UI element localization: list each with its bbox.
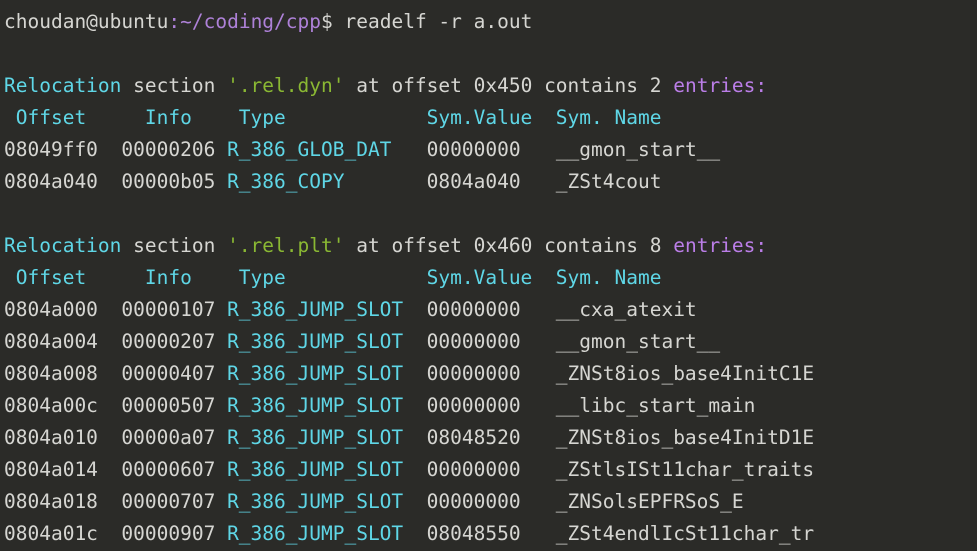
row-gap: [403, 458, 426, 481]
section-name: '.rel.plt': [227, 234, 345, 257]
row-offset-info: 0804a018 00000707: [4, 490, 228, 513]
column-headers: Offset Info Type Sym.Value Sym. Name: [4, 106, 662, 129]
row-sym-value: 08048550: [426, 522, 556, 545]
section-keyword: Relocation: [4, 74, 122, 97]
row-sym-name: __gmon_start__: [555, 330, 721, 353]
row-sym-name: _ZSt4cout: [555, 170, 662, 193]
table-row: 0804a014 00000607 R_386_JUMP_SLOT 000000…: [0, 454, 977, 486]
row-sym-name: _ZNSt8ios_base4InitC1E: [555, 362, 815, 385]
row-type: R_386_JUMP_SLOT: [227, 490, 404, 513]
row-sym-value: 00000000: [426, 362, 556, 385]
row-gap: [403, 330, 426, 353]
section-entries-label: entries:: [673, 74, 768, 97]
row-gap: [391, 138, 426, 161]
table-row: 0804a008 00000407 R_386_JUMP_SLOT 000000…: [0, 358, 977, 390]
row-gap: [403, 394, 426, 417]
row-type: R_386_JUMP_SLOT: [227, 394, 404, 417]
section-header-rel-plt: Relocation section '.rel.plt' at offset …: [0, 230, 977, 262]
section-offset-info: at offset 0x450 contains 2: [344, 74, 674, 97]
row-sym-value: 00000000: [426, 490, 556, 513]
row-gap: [344, 170, 426, 193]
row-offset-info: 0804a00c 00000507: [4, 394, 228, 417]
row-gap: [403, 426, 426, 449]
row-gap: [403, 362, 426, 385]
row-sym-value: 0804a040: [426, 170, 556, 193]
row-offset-info: 0804a014 00000607: [4, 458, 228, 481]
row-gap: [403, 490, 426, 513]
column-header-row-1: Offset Info Type Sym.Value Sym. Name: [0, 102, 977, 134]
table-row: 0804a018 00000707 R_386_JUMP_SLOT 000000…: [0, 486, 977, 518]
row-sym-value: 00000000: [426, 138, 556, 161]
table-row: 0804a000 00000107 R_386_JUMP_SLOT 000000…: [0, 294, 977, 326]
row-sym-name: __gmon_start__: [555, 138, 721, 161]
row-sym-value: 00000000: [426, 394, 556, 417]
row-type: R_386_JUMP_SLOT: [227, 362, 404, 385]
row-sym-value: 00000000: [426, 298, 556, 321]
table-row: 08049ff0 00000206 R_386_GLOB_DAT 0000000…: [0, 134, 977, 166]
row-offset-info: 0804a000 00000107: [4, 298, 228, 321]
table-row: 0804a040 00000b05 R_386_COPY 0804a040 _Z…: [0, 166, 977, 198]
terminal-window[interactable]: choudan@ubuntu:~/coding/cpp$ readelf -r …: [0, 0, 977, 551]
row-type: R_386_COPY: [227, 170, 345, 193]
row-sym-name: _ZStlsISt11char_traits: [555, 458, 815, 481]
row-type: R_386_GLOB_DAT: [227, 138, 392, 161]
section-word: section: [121, 234, 228, 257]
section-offset-info: at offset 0x460 contains 8: [344, 234, 674, 257]
row-sym-name: _ZNSt8ios_base4InitD1E: [555, 426, 815, 449]
prompt-command: readelf -r a.out: [332, 10, 533, 33]
prompt-separator: :: [168, 10, 181, 33]
row-offset-info: 0804a008 00000407: [4, 362, 228, 385]
row-type: R_386_JUMP_SLOT: [227, 458, 404, 481]
prompt-user-host: choudan@ubuntu: [4, 10, 169, 33]
table-row: 0804a00c 00000507 R_386_JUMP_SLOT 000000…: [0, 390, 977, 422]
row-type: R_386_JUMP_SLOT: [227, 330, 404, 353]
section-name: '.rel.dyn': [227, 74, 345, 97]
row-offset-info: 0804a01c 00000907: [4, 522, 228, 545]
section-entries-label: entries:: [673, 234, 768, 257]
row-sym-name: _ZSt4endlIcSt11char_tr: [555, 522, 815, 545]
row-gap: [403, 298, 426, 321]
column-headers: Offset Info Type Sym.Value Sym. Name: [4, 266, 662, 289]
row-sym-value: 08048520: [426, 426, 556, 449]
table-row: 0804a010 00000a07 R_386_JUMP_SLOT 080485…: [0, 422, 977, 454]
prompt-sigil: $: [321, 10, 333, 33]
table-row: 0804a004 00000207 R_386_JUMP_SLOT 000000…: [0, 326, 977, 358]
row-type: R_386_JUMP_SLOT: [227, 426, 404, 449]
row-gap: [403, 522, 426, 545]
row-type: R_386_JUMP_SLOT: [227, 522, 404, 545]
row-type: R_386_JUMP_SLOT: [227, 298, 404, 321]
row-sym-name: __libc_start_main: [555, 394, 756, 417]
row-offset-info: 0804a004 00000207: [4, 330, 228, 353]
section-header-rel-dyn: Relocation section '.rel.dyn' at offset …: [0, 70, 977, 102]
prompt-line: choudan@ubuntu:~/coding/cpp$ readelf -r …: [0, 6, 977, 38]
prompt-path: ~/coding/cpp: [180, 10, 322, 33]
row-sym-name: __cxa_atexit: [555, 298, 697, 321]
column-header-row-2: Offset Info Type Sym.Value Sym. Name: [0, 262, 977, 294]
table-row: 0804a01c 00000907 R_386_JUMP_SLOT 080485…: [0, 518, 977, 550]
row-offset-info: 0804a010 00000a07: [4, 426, 228, 449]
row-sym-value: 00000000: [426, 330, 556, 353]
row-offset-info: 0804a040 00000b05: [4, 170, 228, 193]
section-word: section: [121, 74, 228, 97]
row-sym-value: 00000000: [426, 458, 556, 481]
section-keyword: Relocation: [4, 234, 122, 257]
row-sym-name: _ZNSolsEPFRSoS_E: [555, 490, 744, 513]
row-offset-info: 08049ff0 00000206: [4, 138, 228, 161]
